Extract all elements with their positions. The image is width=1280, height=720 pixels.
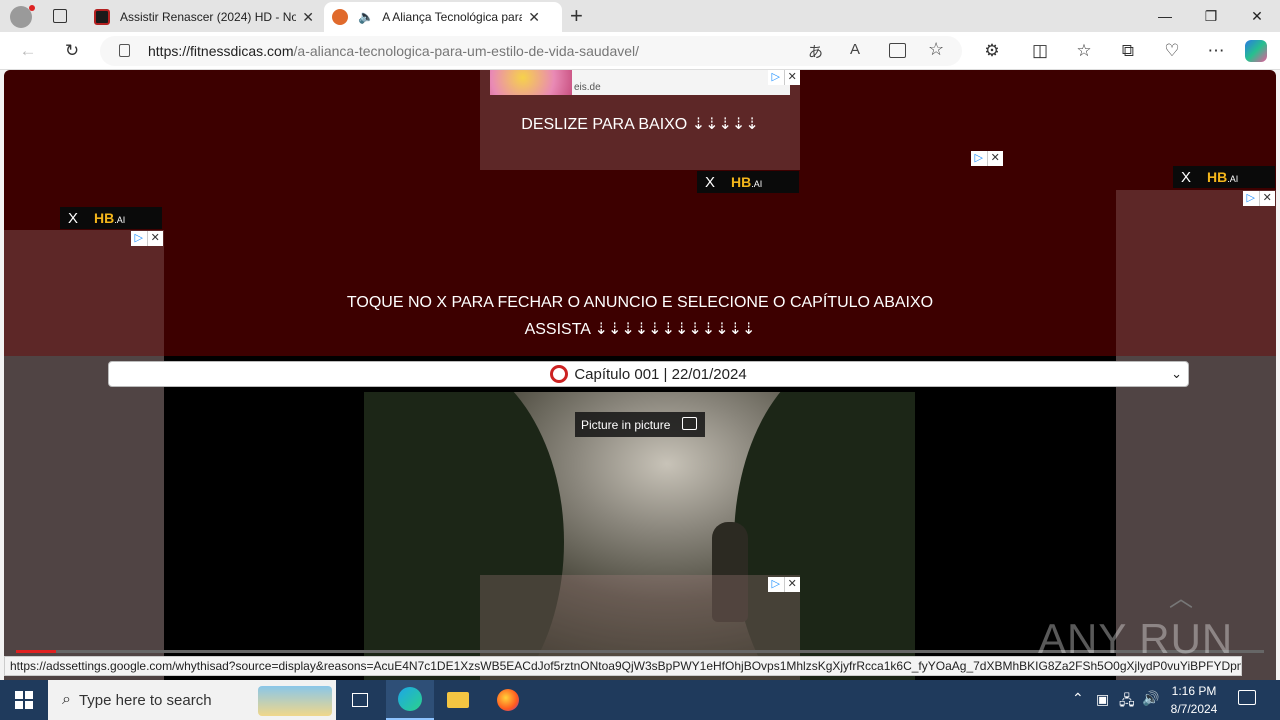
right-ad-adchoices[interactable]: ▷ ✕ xyxy=(1243,191,1275,206)
right-side-ad[interactable] xyxy=(1116,190,1276,680)
clock-time[interactable]: 1:16 PM xyxy=(1168,684,1220,698)
hb-logo: HB.AI xyxy=(1207,169,1239,185)
favorites-icon[interactable]: ☆ xyxy=(1070,37,1098,65)
tab-actions-icon[interactable] xyxy=(53,9,67,23)
tab-favicon-icon xyxy=(332,9,348,25)
split-screen-icon[interactable]: ◫ xyxy=(1026,37,1054,65)
tab-title: A Aliança Tecnológica para u xyxy=(382,10,523,24)
picture-in-picture-button[interactable]: Picture in picture xyxy=(575,412,705,437)
immersive-reader-icon[interactable] xyxy=(889,43,906,58)
windows-start-icon[interactable] xyxy=(0,680,48,720)
edge-taskbar-icon[interactable] xyxy=(386,680,434,720)
volume-icon[interactable]: 🔊 xyxy=(1142,690,1159,707)
address-bar[interactable]: https://fitnessdicas.com/a-alianca-tecno… xyxy=(100,36,962,66)
instruction-line-2: ASSISTA ⇣⇣⇣⇣⇣⇣⇣⇣⇣⇣⇣⇣ xyxy=(524,321,756,338)
tray-app-icon[interactable]: ▣ xyxy=(1096,691,1109,708)
tab-renascer[interactable]: Assistir Renascer (2024) HD - Nov ✕ xyxy=(86,2,322,32)
notifications-icon[interactable] xyxy=(1238,690,1256,705)
browser-essentials-icon[interactable]: ♡ xyxy=(1158,37,1186,65)
tab-bar: Assistir Renascer (2024) HD - Nov ✕ 🔈 A … xyxy=(0,0,1280,32)
pip-label: Picture in picture xyxy=(581,417,671,432)
search-icon: ⌕ xyxy=(62,691,71,708)
restore-button[interactable]: ❐ xyxy=(1188,0,1234,32)
tab-favicon-icon xyxy=(94,9,110,25)
chapter-select[interactable]: Capítulo 001 | 22/01/2024 ⌄ xyxy=(108,361,1189,387)
hb-ad-bar[interactable]: X HB.AI xyxy=(1173,166,1275,188)
lock-icon[interactable] xyxy=(119,44,130,57)
left-ad-adchoices[interactable]: ▷ ✕ xyxy=(131,231,163,246)
adchoices-badge[interactable]: ▷ ✕ xyxy=(971,151,1003,166)
ad-close-icon[interactable]: ✕ xyxy=(783,577,801,592)
search-placeholder: Type here to search xyxy=(78,691,212,709)
close-window-button[interactable]: ✕ xyxy=(1234,0,1280,32)
favorite-star-icon[interactable]: ☆ xyxy=(928,39,944,60)
bottom-ad-adchoices[interactable]: ▷ ✕ xyxy=(768,577,800,592)
adchoices-play-icon[interactable]: ▷ xyxy=(768,70,784,85)
adchoices-play-icon[interactable]: ▷ xyxy=(1243,191,1259,206)
ad-image xyxy=(490,70,572,95)
hb-logo: HB.AI xyxy=(731,174,763,190)
ad-close-icon[interactable]: ✕ xyxy=(986,151,1004,166)
clock-date[interactable]: 8/7/2024 xyxy=(1166,702,1222,716)
adchoices-play-icon[interactable]: ▷ xyxy=(768,577,784,592)
tab-close-icon[interactable]: ✕ xyxy=(528,9,540,26)
tab-alianca[interactable]: 🔈 A Aliança Tecnológica para u ✕ xyxy=(324,2,562,32)
tab-close-icon[interactable]: ✕ xyxy=(302,9,314,26)
ad-close-icon[interactable]: ✕ xyxy=(146,231,164,246)
refresh-icon[interactable]: ↻ xyxy=(58,37,86,65)
hb-logo: HB.AI xyxy=(94,210,126,226)
system-tray-up-icon[interactable]: ⌃ xyxy=(1072,690,1084,707)
taskbar: ⌕ Type here to search ⌃ ▣ 🖧 🔊 1:16 PM 8/… xyxy=(0,680,1280,720)
task-view-icon[interactable] xyxy=(336,680,384,720)
chevron-down-icon[interactable]: ⌄ xyxy=(1171,366,1182,382)
tab-title: Assistir Renascer (2024) HD - Nov xyxy=(120,10,297,24)
page-viewport: eis.de ▷ ✕ DESLIZE PARA BAIXO ⇣⇣⇣⇣⇣ X HB.A… xyxy=(4,70,1276,680)
read-aloud-icon[interactable]: A xyxy=(850,41,860,58)
address-bar-row: ← ↻ https://fitnessdicas.com/a-alianca-t… xyxy=(0,32,1280,70)
adchoices-play-icon[interactable]: ▷ xyxy=(131,231,147,246)
scroll-top-icon[interactable]: ︿ xyxy=(1169,578,1193,613)
extensions-icon[interactable]: ⚙ xyxy=(978,37,1006,65)
firefox-icon[interactable] xyxy=(484,680,532,720)
new-tab-button[interactable]: + xyxy=(570,3,583,29)
speaker-icon[interactable]: 🔈 xyxy=(358,9,374,25)
file-explorer-icon[interactable] xyxy=(434,680,482,720)
translate-icon[interactable]: あ xyxy=(808,41,823,62)
copilot-icon[interactable] xyxy=(1242,37,1270,65)
more-options-icon[interactable]: ⋯ xyxy=(1202,37,1230,65)
video-progress-fill xyxy=(16,650,56,653)
top-ad-adchoices[interactable]: ▷ ✕ xyxy=(768,70,800,85)
chapter-icon xyxy=(550,365,569,383)
network-icon[interactable]: 🖧 xyxy=(1119,690,1135,714)
url-text[interactable]: https://fitnessdicas.com/a-alianca-tecno… xyxy=(148,43,639,59)
adchoices-play-icon[interactable]: ▷ xyxy=(971,151,987,166)
status-link-tooltip: https://adssettings.google.com/whythisad… xyxy=(4,656,1242,676)
notification-dot xyxy=(29,5,35,11)
search-highlight-image xyxy=(258,686,332,716)
hb-ad-bar[interactable]: X HB.AI xyxy=(60,207,162,229)
ad-close-icon[interactable]: ✕ xyxy=(783,70,801,85)
collections-icon[interactable]: ⧉ xyxy=(1114,37,1142,65)
hb-ad-bar[interactable]: X HB.AI xyxy=(697,171,799,193)
instruction-line-1: TOQUE NO X PARA FECHAR O ANUNCIO E SELEC… xyxy=(346,294,934,311)
chapter-select-value: Capítulo 001 | 22/01/2024 xyxy=(574,365,747,383)
taskbar-search[interactable]: ⌕ Type here to search xyxy=(48,680,336,720)
scroll-down-text: DESLIZE PARA BAIXO ⇣⇣⇣⇣⇣ xyxy=(521,116,759,133)
back-icon[interactable]: ← xyxy=(14,37,42,65)
minimize-button[interactable]: — xyxy=(1142,0,1188,32)
ad-close-icon[interactable]: ✕ xyxy=(1258,191,1276,206)
ad-domain: eis.de xyxy=(574,82,601,93)
pip-icon xyxy=(682,417,697,430)
top-ad-banner[interactable]: eis.de xyxy=(490,70,790,95)
hb-close-icon[interactable]: X xyxy=(705,174,725,191)
hb-close-icon[interactable]: X xyxy=(68,210,88,227)
hb-close-icon[interactable]: X xyxy=(1181,169,1201,186)
